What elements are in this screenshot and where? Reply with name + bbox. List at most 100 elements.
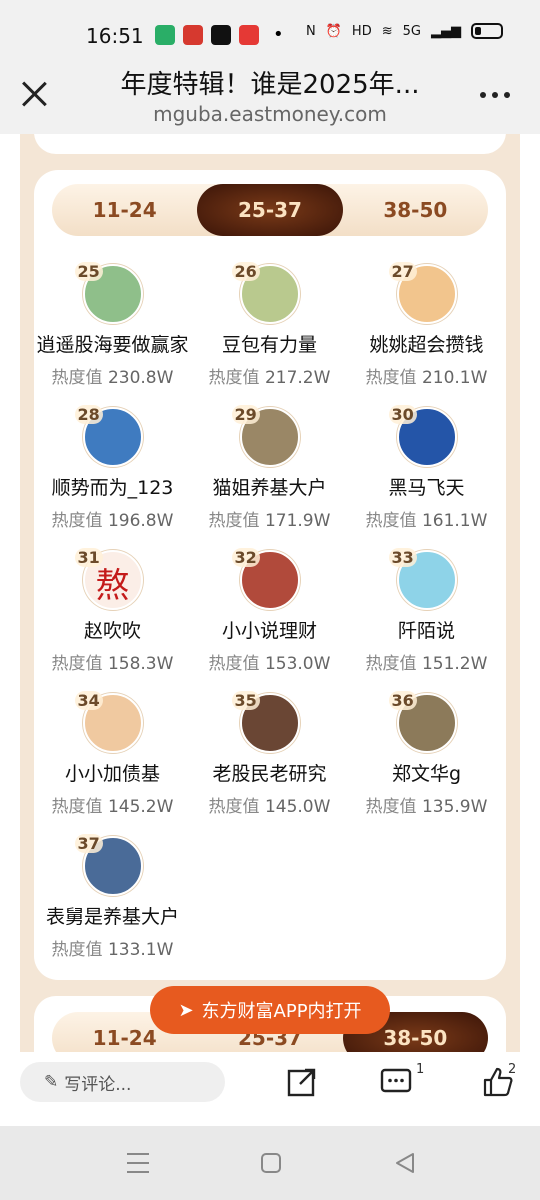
user-item[interactable]: 25 逍遥股海要做赢家 热度值 230.8W	[34, 262, 191, 388]
rank-number: 27	[388, 262, 417, 281]
heat-value: 热度值 135.9W	[348, 792, 505, 817]
heat-number: 135.9W	[421, 797, 488, 817]
heat-label: 热度值	[51, 511, 103, 531]
page-url: mguba.eastmoney.com	[153, 102, 387, 126]
close-icon[interactable]	[20, 80, 48, 108]
avatar[interactable]: 25	[74, 262, 143, 324]
heat-label: 热度值	[51, 368, 103, 388]
user-item[interactable]: 30 黑马飞天 热度值 161.1W	[348, 405, 505, 531]
user-item[interactable]: 37 表舅是养基大户 热度值 133.1W	[34, 834, 191, 960]
heat-number: 171.9W	[264, 511, 331, 531]
heat-label: 热度值	[208, 511, 260, 531]
network-label: 5G	[402, 23, 421, 39]
user-item[interactable]: 29 猫姐养基大户 热度值 171.9W	[191, 405, 348, 531]
home-icon[interactable]	[260, 1152, 282, 1174]
avatar[interactable]: 28	[74, 405, 143, 467]
heat-number: 230.8W	[107, 368, 174, 388]
comment-count: 1	[416, 1062, 425, 1077]
comment-icon[interactable]	[380, 1066, 412, 1098]
heat-value: 热度值 171.9W	[191, 506, 348, 531]
paper-plane-icon: ➤	[178, 999, 194, 1021]
heat-number: 161.1W	[421, 511, 488, 531]
avatar[interactable]: 36	[388, 691, 457, 753]
heat-value: 热度值 230.8W	[34, 363, 191, 388]
share-icon[interactable]	[286, 1066, 318, 1098]
heat-number: 158.3W	[107, 654, 174, 674]
heat-label: 热度值	[365, 654, 417, 674]
avatar[interactable]: 35	[231, 691, 300, 753]
back-icon[interactable]	[394, 1152, 416, 1174]
heat-number: 196.8W	[107, 511, 174, 531]
user-item[interactable]: 28 顺势而为_123 热度值 196.8W	[34, 405, 191, 531]
avatar[interactable]: 37	[74, 834, 143, 896]
heat-value: 热度值 133.1W	[34, 935, 191, 960]
menu-icon[interactable]	[126, 1152, 150, 1174]
right-margin	[520, 134, 540, 1052]
heat-value: 热度值 196.8W	[34, 506, 191, 531]
heat-number: 153.0W	[264, 654, 331, 674]
browser-header: 年度特辑！谁是2025年... mguba.eastmoney.com	[0, 60, 540, 134]
system-icons: N ⏰ HD ≋ 5G ▂▄▆	[306, 23, 503, 39]
tiktok-icon	[211, 24, 231, 45]
user-item[interactable]: 32 小小说理财 热度值 153.0W	[191, 548, 348, 674]
avatar[interactable]: 熬 31	[74, 548, 143, 610]
user-item[interactable]: 33 阡陌说热度值 151.2W	[348, 548, 505, 674]
open-in-app-button[interactable]: ➤ 东方财富APP内打开	[150, 986, 390, 1034]
heat-value: 热度值 145.0W	[191, 792, 348, 817]
user-name: 表舅是养基大户	[45, 906, 179, 928]
user-name: 阡陌说	[397, 620, 455, 642]
user-item[interactable]: 26 豆包有力量 热度值 217.2W	[191, 262, 348, 388]
user-item[interactable]: 熬 31 赵吹吹 热度值 158.3W	[34, 548, 191, 674]
avatar[interactable]: 29	[231, 405, 300, 467]
avatar[interactable]: 26	[231, 262, 300, 324]
user-name: 老股民老研究	[212, 763, 327, 785]
heat-value: 热度值 217.2W	[191, 363, 348, 388]
user-item[interactable]: 35 老股民老研究 热度值 145.0W	[191, 691, 348, 817]
rank-number: 30	[388, 405, 417, 424]
avatar[interactable]: 34	[74, 691, 143, 753]
rank-number: 36	[388, 691, 417, 710]
tab-11-24[interactable]: 11-24	[52, 184, 197, 236]
avatar[interactable]: 33	[388, 548, 457, 610]
notification-icons: •	[155, 24, 284, 45]
user-name: 逍遥股海要做赢家	[36, 334, 189, 356]
bottom-action-bar: ✎ 写评论... 1 2	[0, 1052, 540, 1126]
heat-number: 151.2W	[421, 654, 488, 674]
rank-number: 28	[74, 405, 103, 424]
cctv-icon	[183, 24, 203, 45]
heat-number: 210.1W	[421, 368, 488, 388]
heat-label: 热度值	[208, 797, 260, 817]
notification-dot-icon: •	[273, 24, 284, 45]
more-options-icon[interactable]	[480, 92, 510, 98]
wechat-icon	[155, 24, 175, 45]
alarm-icon: ⏰	[325, 23, 342, 39]
avatar[interactable]: 27	[388, 262, 457, 324]
user-item[interactable]: 34 小小加债基 热度值 145.2W	[34, 691, 191, 817]
user-name: 小小加债基	[64, 763, 160, 785]
rank-number: 35	[231, 691, 260, 710]
heat-label: 热度值	[208, 368, 260, 388]
user-item[interactable]: 27 姚姚超会攒钱 热度值 210.1W	[348, 262, 505, 388]
battery-icon	[470, 23, 503, 39]
page-title: 年度特辑！谁是2025年...	[120, 70, 420, 100]
heat-label: 热度值	[51, 940, 103, 960]
comment-input[interactable]: ✎ 写评论...	[20, 1062, 225, 1102]
system-nav-bar	[0, 1126, 540, 1200]
page-content[interactable]: 11-24 25-37 38-50 25 逍遥股海要做赢家 热度值 230.8W 26 豆包…	[0, 134, 540, 1052]
heat-label: 热度值	[51, 654, 103, 674]
heat-label: 热度值	[365, 797, 417, 817]
user-item[interactable]: 36 郑文华g 热度值 135.9W	[348, 691, 505, 817]
tab-38-50[interactable]: 38-50	[343, 184, 488, 236]
heat-value: 热度值 151.2W	[348, 649, 505, 674]
user-name: 姚姚超会攒钱	[369, 334, 484, 356]
ranking-card: 11-24 25-37 38-50 25 逍遥股海要做赢家 热度值 230.8W 26 豆包…	[34, 170, 506, 980]
avatar[interactable]: 32	[231, 548, 300, 610]
previous-card	[34, 134, 506, 154]
heat-number: 145.2W	[107, 797, 174, 817]
user-name: 黑马飞天	[388, 477, 465, 499]
rank-number: 37	[74, 834, 103, 853]
avatar[interactable]: 30	[388, 405, 457, 467]
wifi-icon: ≋	[381, 23, 393, 39]
tab-25-37[interactable]: 25-37	[197, 184, 343, 236]
heat-label: 热度值	[208, 654, 260, 674]
